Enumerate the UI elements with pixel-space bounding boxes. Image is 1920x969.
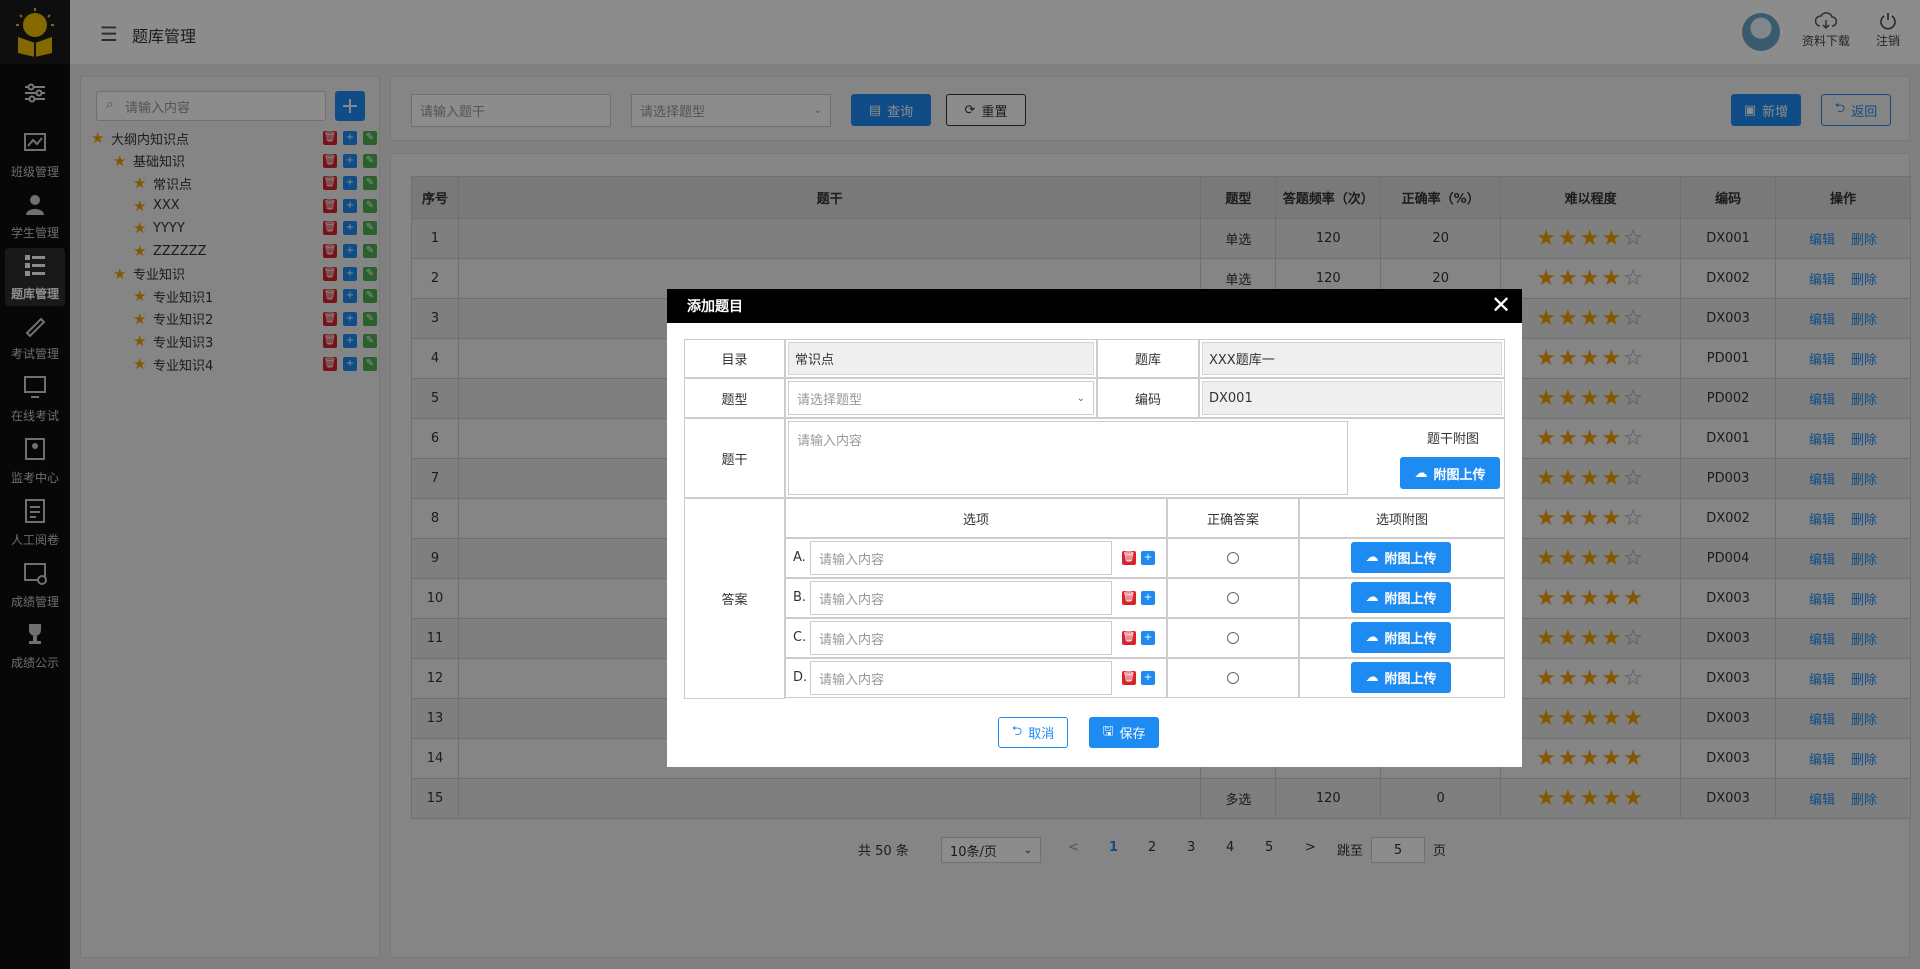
correct-answer-radio[interactable]	[1227, 592, 1239, 604]
add-icon[interactable]: +	[1141, 671, 1155, 685]
cloud-upload-icon: ☁	[1365, 630, 1379, 645]
correct-answer-radio[interactable]	[1227, 552, 1239, 564]
stem-image-label: 题干附图	[1427, 432, 1480, 447]
correct-col-header: 正确答案	[1167, 498, 1299, 538]
option-input[interactable]: 请输入内容	[810, 581, 1112, 615]
option-upload-button[interactable]: ☁ 附图上传	[1351, 622, 1451, 653]
dialog-title: 添加题目	[687, 299, 743, 315]
question-type-select[interactable]: 请选择题型 ⌄	[788, 381, 1094, 415]
add-icon[interactable]: +	[1141, 551, 1155, 565]
bank-label: 题库	[1097, 339, 1199, 378]
option-upload-button[interactable]: ☁ 附图上传	[1351, 662, 1451, 693]
option-image-col-header: 选项附图	[1299, 498, 1505, 538]
stem-placeholder: 请输入内容	[797, 434, 863, 449]
option-letter: B.	[793, 590, 807, 605]
option-upload-label: 附图上传	[1384, 632, 1437, 647]
add-icon[interactable]: +	[1141, 631, 1155, 645]
option-placeholder: 请输入内容	[819, 592, 885, 608]
option-input[interactable]: 请输入内容	[810, 541, 1112, 575]
back-icon: ⮌	[1011, 723, 1023, 739]
option-placeholder: 请输入内容	[819, 552, 885, 568]
answer-label: 答案	[684, 498, 785, 699]
stem-label: 题干	[684, 418, 785, 498]
cancel-label: 取消	[1028, 727, 1055, 742]
cloud-upload-icon: ☁	[1365, 550, 1379, 565]
stem-upload-button[interactable]: ☁ 附图上传	[1400, 457, 1500, 489]
option-input[interactable]: 请输入内容	[810, 661, 1112, 695]
save-label: 保存	[1119, 727, 1146, 742]
chevron-down-icon: ⌄	[1076, 392, 1085, 404]
save-button[interactable]: 🖫 保存	[1089, 717, 1159, 748]
option-upload-label: 附图上传	[1384, 552, 1437, 567]
delete-icon[interactable]: 🗑	[1122, 671, 1136, 685]
dialog-header: 添加题目 ✕	[667, 289, 1522, 323]
stem-upload-label: 附图上传	[1433, 467, 1486, 483]
delete-icon[interactable]: 🗑	[1122, 551, 1136, 565]
option-placeholder: 请输入内容	[819, 672, 885, 688]
correct-answer-radio[interactable]	[1227, 672, 1239, 684]
add-question-dialog: 添加题目 ✕ 目录 常识点 题库 XXX题库一 题型 请选择题型 ⌄ 编码 DX0…	[667, 289, 1522, 767]
add-icon[interactable]: +	[1141, 591, 1155, 605]
cloud-upload-icon: ☁	[1414, 465, 1428, 481]
cloud-upload-icon: ☁	[1365, 590, 1379, 605]
type-label: 题型	[684, 378, 785, 418]
catalog-value: 常识点	[788, 342, 1094, 375]
close-icon[interactable]: ✕	[1491, 292, 1511, 318]
cancel-button[interactable]: ⮌ 取消	[998, 717, 1068, 748]
option-col-header: 选项	[785, 498, 1167, 538]
code-value: DX001	[1202, 381, 1502, 415]
stem-textarea[interactable]: 请输入内容	[788, 421, 1348, 495]
question-type-placeholder: 请选择题型	[797, 392, 863, 408]
option-input[interactable]: 请输入内容	[810, 621, 1112, 655]
option-letter: A.	[793, 550, 806, 565]
option-upload-button[interactable]: ☁ 附图上传	[1351, 582, 1451, 613]
option-placeholder: 请输入内容	[819, 632, 885, 648]
code-label: 编码	[1097, 378, 1199, 418]
correct-answer-radio[interactable]	[1227, 632, 1239, 644]
save-icon: 🖫	[1102, 723, 1114, 739]
delete-icon[interactable]: 🗑	[1122, 591, 1136, 605]
cloud-upload-icon: ☁	[1365, 670, 1379, 685]
catalog-label: 目录	[684, 339, 785, 378]
option-letter: C.	[793, 630, 807, 645]
option-letter: D.	[793, 670, 808, 685]
option-upload-label: 附图上传	[1384, 672, 1437, 687]
bank-value: XXX题库一	[1202, 342, 1502, 375]
delete-icon[interactable]: 🗑	[1122, 631, 1136, 645]
option-upload-label: 附图上传	[1384, 592, 1437, 607]
option-upload-button[interactable]: ☁ 附图上传	[1351, 542, 1451, 573]
